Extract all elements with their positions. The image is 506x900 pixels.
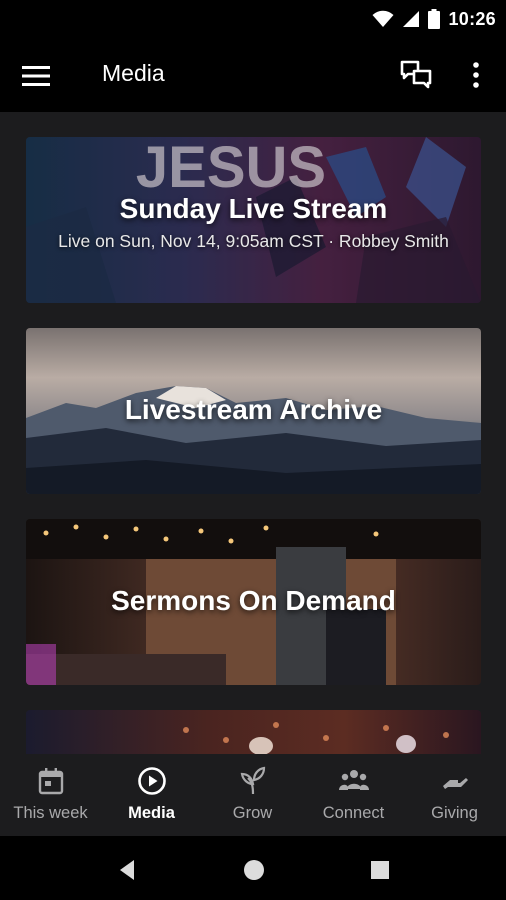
back-button[interactable] bbox=[114, 856, 142, 884]
battery-icon bbox=[428, 9, 441, 29]
page-title: Media bbox=[102, 60, 165, 86]
system-navigation-bar bbox=[0, 836, 506, 900]
media-card-4[interactable] bbox=[26, 710, 481, 754]
hamburger-menu-icon bbox=[22, 66, 50, 86]
chat-button[interactable] bbox=[398, 58, 434, 92]
media-card-sunday-live-stream[interactable]: JESUS Sunday Live Stream Live on Sun, No… bbox=[26, 137, 481, 303]
media-card-sermons-on-demand[interactable]: Sermons On Demand bbox=[26, 519, 481, 685]
calendar-icon bbox=[38, 768, 63, 795]
menu-button[interactable] bbox=[22, 62, 56, 90]
clock: 10:26 bbox=[448, 8, 496, 29]
recents-icon bbox=[371, 861, 389, 879]
nav-giving[interactable]: Giving bbox=[404, 754, 505, 836]
nav-this-week[interactable]: This week bbox=[0, 754, 101, 836]
recents-button[interactable] bbox=[366, 856, 394, 884]
chat-icon bbox=[400, 60, 432, 89]
card-title: Livestream Archive bbox=[124, 394, 383, 425]
status-icons: 10:26 bbox=[372, 8, 496, 30]
nav-grow[interactable]: Grow bbox=[202, 754, 303, 836]
play-circle-icon bbox=[137, 767, 166, 795]
nav-connect[interactable]: Connect bbox=[303, 754, 404, 836]
media-card-livestream-archive[interactable]: Livestream Archive bbox=[26, 328, 481, 494]
nav-label: Giving bbox=[431, 804, 478, 822]
sprout-icon bbox=[240, 766, 265, 795]
more-vert-icon bbox=[473, 62, 479, 88]
signal-icon bbox=[403, 11, 420, 27]
hand-giving-icon bbox=[442, 778, 468, 789]
nav-label: Media bbox=[128, 804, 175, 822]
bottom-navigation: This week Media Grow Connect Giving bbox=[0, 754, 506, 836]
people-icon bbox=[338, 770, 369, 790]
home-button[interactable] bbox=[240, 856, 268, 884]
card-title: Sermons On Demand bbox=[111, 585, 396, 616]
nav-label: Connect bbox=[322, 804, 385, 822]
media-list[interactable]: JESUS Sunday Live Stream Live on Sun, No… bbox=[0, 112, 506, 754]
card-subtitle: Live on Sun, Nov 14, 9:05am CST · Robbey… bbox=[58, 231, 449, 251]
more-options-button[interactable] bbox=[466, 58, 486, 92]
home-icon bbox=[244, 860, 264, 880]
nav-label: This week bbox=[13, 804, 88, 822]
nav-media[interactable]: Media bbox=[101, 754, 202, 836]
wifi-icon bbox=[372, 10, 394, 27]
nav-label: Grow bbox=[232, 804, 273, 822]
background-text-jesus: JESUS bbox=[136, 137, 326, 200]
status-bar: 10:26 bbox=[0, 0, 506, 38]
app-bar: Media bbox=[0, 38, 506, 112]
card-title: Sunday Live Stream bbox=[119, 193, 388, 224]
card-background-image bbox=[183, 722, 449, 754]
back-icon bbox=[120, 860, 134, 880]
